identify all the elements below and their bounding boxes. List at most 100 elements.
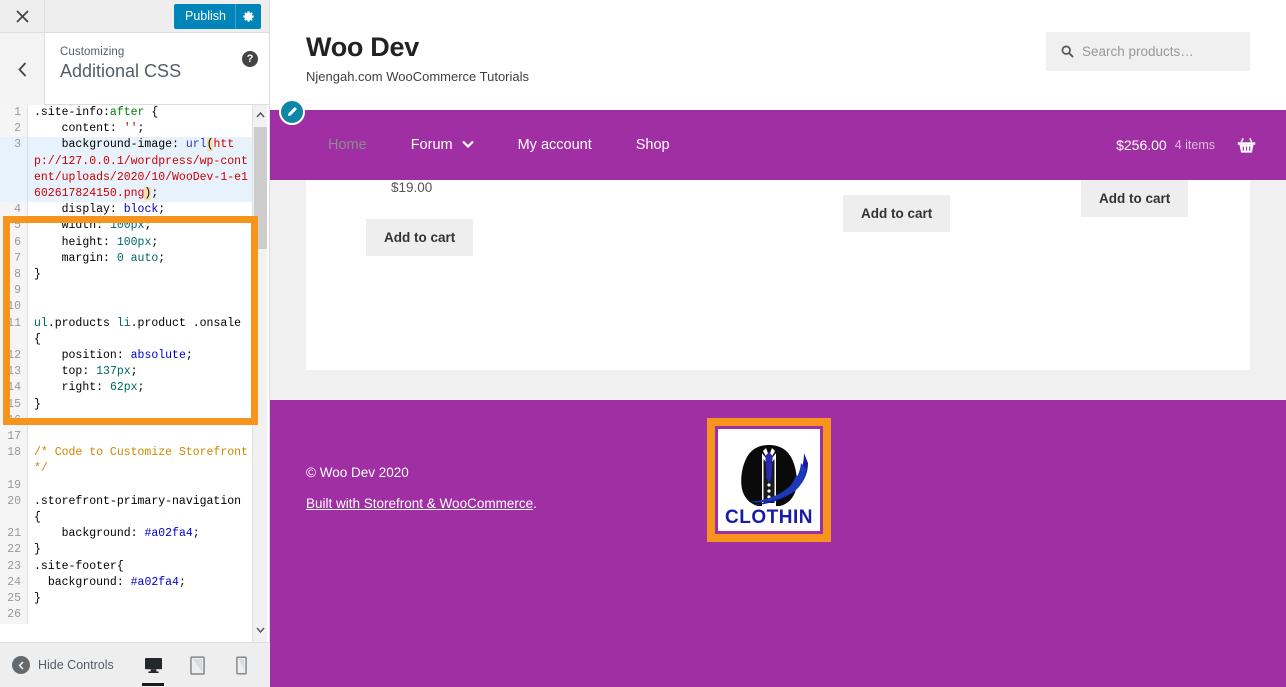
code-line-content[interactable]: width: 100px; [28,218,253,234]
mobile-icon[interactable] [228,650,254,680]
code-line[interactable]: 5 width: 100px; [0,218,253,235]
code-line-content[interactable] [28,299,253,315]
search-input[interactable]: Search products… [1046,32,1250,71]
primary-navigation: Home Forum My account Shop $256.00 4 items [270,99,1286,180]
code-line[interactable]: 10 [0,299,253,316]
code-line-number: 5 [0,218,28,235]
code-line-content[interactable]: } [28,267,253,283]
code-line[interactable]: 8} [0,267,253,284]
pencil-icon[interactable] [279,99,305,125]
code-line[interactable]: 16 [0,412,253,430]
code-line[interactable]: 14 right: 62px; [0,380,253,397]
code-line-content[interactable]: content: ''; [28,121,253,137]
code-line[interactable]: 6 height: 100px; [0,234,253,251]
chevron-left-circle-icon [12,656,30,674]
nav-item-label: Shop [635,137,670,153]
code-line-number: 26 [0,607,28,624]
code-line[interactable]: 22} [0,542,253,559]
code-line-content[interactable]: } [28,591,253,607]
nav-item-home[interactable]: Home [306,137,389,153]
code-line-content[interactable] [28,413,253,429]
code-line-number: 7 [0,250,28,268]
nav-item-forum[interactable]: Forum [389,137,496,153]
chevron-down-icon[interactable] [461,140,474,151]
code-line[interactable]: 21 background: #a02fa4; [0,526,253,543]
code-line-content[interactable] [28,283,253,299]
code-line-content[interactable]: right: 62px; [28,380,253,396]
add-to-cart-button[interactable]: Add to cart [843,195,951,232]
code-line[interactable]: 9 [0,283,253,300]
code-line[interactable]: 20 .storefront-primary-navigation { [0,493,253,527]
code-line[interactable]: 11 ul.products li.product .onsale { [0,315,253,349]
code-line-content[interactable]: } [28,397,253,413]
built-with-link[interactable]: Built with Storefront & WooCommerce [306,496,533,511]
add-to-cart-button[interactable]: Add to cart [366,219,474,256]
code-line-number: 3 [0,137,28,203]
code-line-content[interactable]: margin: 0 auto; [28,251,253,267]
nav-item-shop[interactable]: Shop [614,137,692,153]
code-line[interactable]: 1 .site-info:after { [0,105,253,122]
editor-scrollbar[interactable] [252,105,267,642]
editor-scrollbar-thumb[interactable] [254,127,267,249]
add-to-cart-button[interactable]: Add to cart [1081,180,1189,217]
code-line-content[interactable] [28,429,253,445]
nav-item-label: My account [517,137,592,153]
code-line-content[interactable]: background: #a02fa4; [28,526,253,542]
code-line[interactable]: 18/* Code to Customize Storefront*/ [0,445,253,478]
code-line[interactable]: 23 .site-footer{ [0,558,253,575]
code-line[interactable]: 19 [0,477,253,494]
code-line-content[interactable]: background-image: url(http://127.0.0.1/w… [28,137,253,203]
breadcrumb: Customizing [60,46,125,58]
code-line[interactable]: 3 background-image: url(http://127.0.0.1… [0,137,253,203]
nav-item-my-account[interactable]: My account [496,137,614,153]
code-line[interactable]: 7 margin: 0 auto; [0,250,253,268]
code-line[interactable]: 24 background: #a02fa4; [0,574,253,592]
code-line[interactable]: 26 [0,607,253,624]
publish-button[interactable]: Publish [174,4,261,29]
gear-icon[interactable] [235,4,261,29]
code-line[interactable]: 2 content: ''; [0,121,253,138]
code-line[interactable]: 4 display: block; [0,202,253,219]
cart-link[interactable]: $256.00 4 items [1116,137,1286,154]
code-line[interactable]: 15} [0,396,253,413]
nav-item-list: Home Forum My account Shop [270,137,692,153]
code-line[interactable]: 13 top: 137px; [0,364,253,381]
code-line[interactable]: 12 position: absolute; [0,348,253,365]
tablet-icon[interactable] [184,650,210,680]
code-line-content[interactable]: .storefront-primary-navigation { [28,494,253,526]
code-line-number: 2 [0,121,28,138]
clothing-logo: CLOTHIN [718,429,820,531]
hide-controls-button[interactable]: Hide Controls [0,656,114,674]
publish-button-label: Publish [185,9,226,23]
code-line-content[interactable]: background: #a02fa4; [28,575,253,591]
chevron-left-icon[interactable] [0,33,45,105]
customizer-panel: Publish Customizing Additional CSS ? 1 .… [0,0,270,687]
code-line-number: 20 [0,493,28,527]
code-line-content[interactable]: height: 100px; [28,235,253,251]
code-line-content[interactable]: ul.products li.product .onsale { [28,316,253,348]
code-line[interactable]: 25} [0,591,253,608]
page-title: Additional CSS [60,61,182,81]
close-icon[interactable] [0,0,45,33]
code-line-content[interactable]: position: absolute; [28,348,253,364]
code-line-content[interactable] [28,607,253,623]
code-line-content[interactable]: } [28,542,253,558]
chevron-down-icon[interactable] [253,622,268,638]
code-line-number: 10 [0,299,28,316]
products-section: $19.00 Add to cart Add to cart Add to ca… [270,180,1286,400]
code-line-content[interactable] [28,478,253,494]
chevron-up-icon[interactable] [253,107,268,123]
code-line-content[interactable]: .site-footer{ [28,559,253,575]
css-code-editor[interactable]: 1 .site-info:after {2 content: ''; 3 backg… [0,105,253,642]
code-line-number: 11 [0,315,28,349]
desktop-icon[interactable] [140,650,166,686]
hide-controls-label: Hide Controls [38,658,114,672]
code-line-content[interactable]: /* Code to Customize Storefront*/ [28,445,253,477]
code-line-content[interactable]: top: 137px; [28,364,253,380]
code-line-number: 15 [0,396,28,413]
code-line[interactable]: 17 [0,429,253,446]
code-line-content[interactable]: display: block; [28,202,253,218]
site-description: Njengah.com WooCommerce Tutorials [306,69,530,84]
code-line-content[interactable]: .site-info:after { [28,105,253,121]
help-icon[interactable]: ? [242,51,258,67]
